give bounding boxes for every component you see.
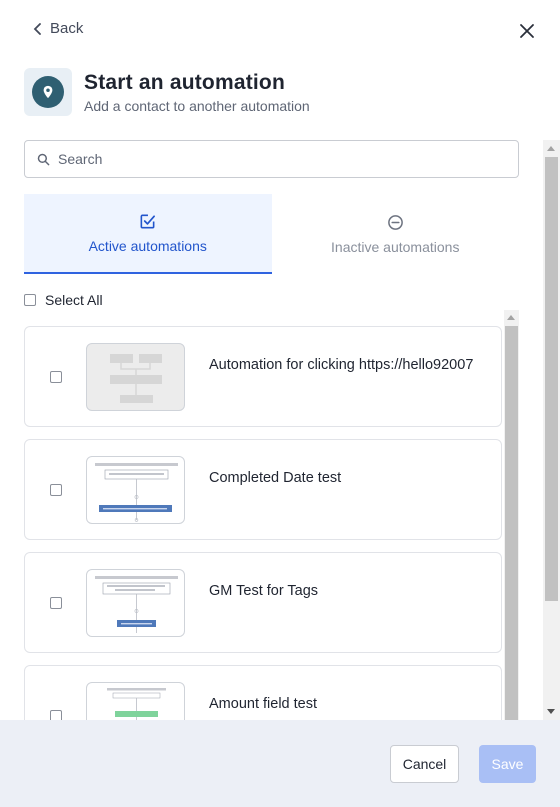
tab-inactive-automations[interactable]: Inactive automations bbox=[272, 194, 520, 274]
page-title: Start an automation bbox=[84, 70, 285, 94]
list-scrollbar-thumb[interactable] bbox=[505, 326, 518, 720]
select-all[interactable]: Select All bbox=[24, 292, 103, 308]
tab-active-label: Active automations bbox=[88, 237, 207, 254]
flow-preview-icon bbox=[107, 688, 166, 720]
automation-tabs: Active automations Inactive automations bbox=[24, 194, 519, 274]
dialog-scrollbar[interactable] bbox=[543, 140, 560, 720]
automation-name: Amount field test bbox=[209, 696, 317, 712]
search-input[interactable] bbox=[58, 151, 498, 167]
back-label: Back bbox=[50, 20, 84, 37]
map-pin-icon bbox=[43, 85, 53, 99]
page-subtitle: Add a contact to another automation bbox=[84, 97, 310, 114]
dialog-footer: Cancel Save bbox=[0, 720, 560, 807]
automation-card[interactable]: Completed Date test bbox=[24, 439, 502, 540]
automation-name: Automation for clicking https://hello920… bbox=[209, 357, 474, 373]
select-all-label: Select All bbox=[45, 292, 103, 308]
close-button[interactable] bbox=[516, 20, 538, 42]
scroll-down-arrow-icon[interactable] bbox=[547, 709, 555, 714]
save-button[interactable]: Save bbox=[479, 745, 536, 783]
checkbox-check-icon bbox=[140, 214, 156, 228]
list-scroll-up-arrow-icon[interactable] bbox=[507, 315, 515, 320]
automation-name: Completed Date test bbox=[209, 470, 342, 486]
automation-card[interactable]: Amount field test bbox=[24, 665, 502, 720]
minus-circle-icon bbox=[387, 214, 403, 230]
flow-preview-icon bbox=[95, 463, 178, 522]
cancel-button[interactable]: Cancel bbox=[390, 745, 459, 783]
automation-preview bbox=[86, 456, 185, 524]
automation-checkbox[interactable] bbox=[50, 597, 62, 609]
automation-preview bbox=[86, 682, 185, 720]
title-icon-tile bbox=[24, 68, 72, 116]
search-icon bbox=[37, 153, 50, 165]
automation-checkbox[interactable] bbox=[50, 484, 62, 496]
tab-active-automations[interactable]: Active automations bbox=[24, 194, 272, 274]
search-box[interactable] bbox=[24, 140, 519, 178]
dialog-scrollbar-thumb[interactable] bbox=[545, 157, 558, 601]
automation-list: Automation for clicking https://hello920… bbox=[24, 310, 519, 720]
automation-preview bbox=[86, 569, 185, 637]
automation-checkbox[interactable] bbox=[50, 371, 62, 383]
dialog-title-block: Start an automation Add a contact to ano… bbox=[24, 68, 310, 116]
back-button[interactable]: Back bbox=[32, 20, 83, 37]
close-icon bbox=[520, 24, 534, 38]
flow-placeholder-icon bbox=[110, 354, 162, 403]
select-all-checkbox[interactable] bbox=[24, 294, 36, 306]
automation-card[interactable]: Automation for clicking https://hello920… bbox=[24, 326, 502, 427]
automation-card[interactable]: GM Test for Tags bbox=[24, 552, 502, 653]
list-scrollbar[interactable] bbox=[504, 310, 519, 720]
tab-inactive-label: Inactive automations bbox=[331, 238, 460, 255]
automation-preview-placeholder bbox=[86, 343, 185, 411]
flow-preview-icon bbox=[95, 576, 178, 633]
scroll-up-arrow-icon[interactable] bbox=[547, 146, 555, 151]
automation-checkbox[interactable] bbox=[50, 710, 62, 720]
automation-name: GM Test for Tags bbox=[209, 583, 319, 599]
chevron-left-icon bbox=[33, 22, 41, 35]
